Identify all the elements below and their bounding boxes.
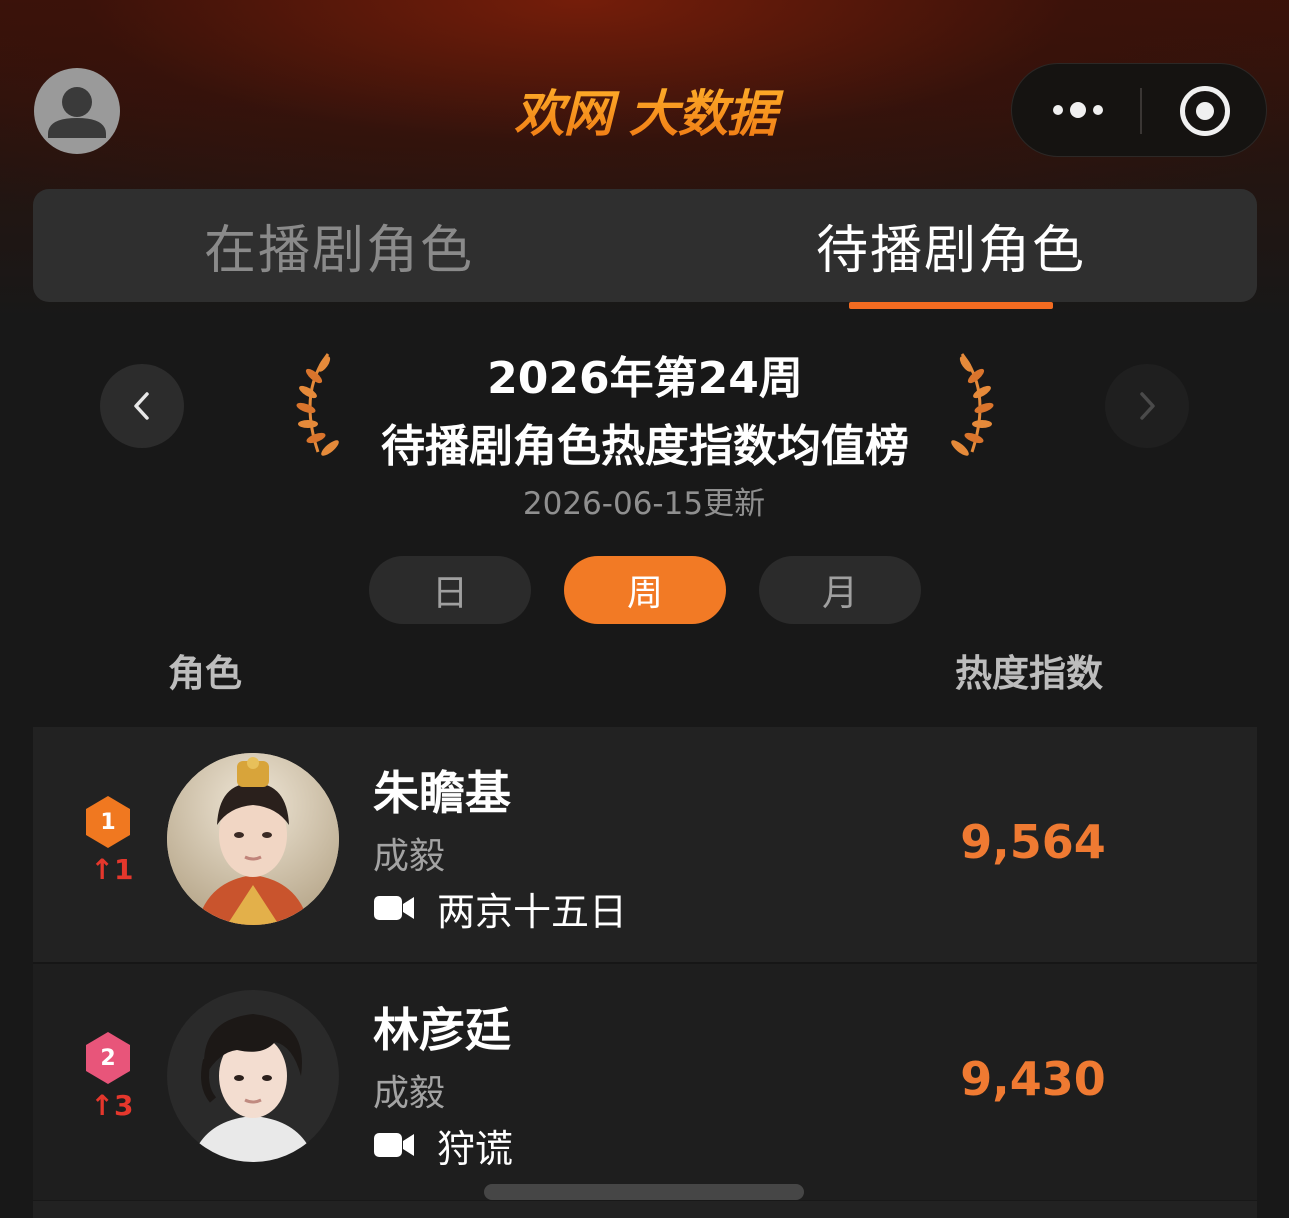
column-header-heat: 热度指数: [955, 652, 1103, 695]
period-week-button[interactable]: 周: [564, 556, 726, 624]
period-month-button[interactable]: 月: [759, 556, 921, 624]
video-camera-icon: [374, 1133, 414, 1157]
column-header-role: 角色: [168, 652, 242, 695]
video-camera-icon: [374, 896, 414, 920]
target-close-icon[interactable]: [1180, 86, 1230, 136]
tab-airing-roles[interactable]: 在播剧角色: [33, 189, 645, 302]
character-portrait: [167, 990, 339, 1162]
user-avatar-button[interactable]: [34, 68, 120, 154]
capsule-divider: [1140, 88, 1142, 134]
ranking-row-next: [33, 1201, 1257, 1218]
home-indicator: [484, 1184, 804, 1200]
rank-badge: 1: [84, 795, 132, 849]
more-dots-icon[interactable]: [1046, 64, 1110, 156]
active-tab-indicator: [849, 302, 1053, 309]
rank-change-up: ↑1: [90, 853, 134, 886]
ranking-name-title: 待播剧角色热度指数均值榜: [381, 421, 909, 472]
character-name: 朱瞻基: [373, 766, 511, 820]
ranking-week-title: 2026年第24周: [487, 353, 803, 404]
drama-title-text: 狩谎: [437, 1126, 514, 1171]
drama-title[interactable]: 狩谎: [373, 1122, 513, 1171]
chevron-left-icon: [134, 392, 149, 420]
app-brand-logo: 欢网 大数据: [470, 78, 820, 143]
rank-change-up: ↑3: [90, 1089, 134, 1122]
actor-name: 成毅: [373, 836, 446, 877]
user-avatar-icon: [48, 87, 106, 138]
actor-name: 成毅: [373, 1073, 446, 1114]
heat-index-value: 9,564: [960, 815, 1106, 869]
ranking-row[interactable]: 2 ↑3 林彦廷 成毅 狩谎 9,430: [33, 964, 1257, 1200]
drama-title[interactable]: 两京十五日: [373, 885, 627, 934]
next-week-button[interactable]: [1105, 364, 1189, 448]
chevron-right-icon: [1140, 392, 1155, 420]
mini-program-capsule: [1011, 63, 1267, 157]
rank-badge: 2: [84, 1031, 132, 1085]
ranking-row[interactable]: 1 ↑1 朱瞻基 成毅 两京十五日 9,564: [33, 727, 1257, 963]
character-portrait: [167, 753, 339, 925]
prev-week-button[interactable]: [100, 364, 184, 448]
tab-upcoming-roles[interactable]: 待播剧角色: [645, 189, 1257, 302]
update-date: 2026-06-15更新: [522, 486, 766, 522]
period-day-button[interactable]: 日: [369, 556, 531, 624]
role-tabs: 在播剧角色 待播剧角色: [33, 189, 1257, 302]
heat-index-value: 9,430: [960, 1052, 1106, 1106]
drama-title-text: 两京十五日: [437, 889, 628, 934]
character-name: 林彦廷: [373, 1003, 511, 1057]
